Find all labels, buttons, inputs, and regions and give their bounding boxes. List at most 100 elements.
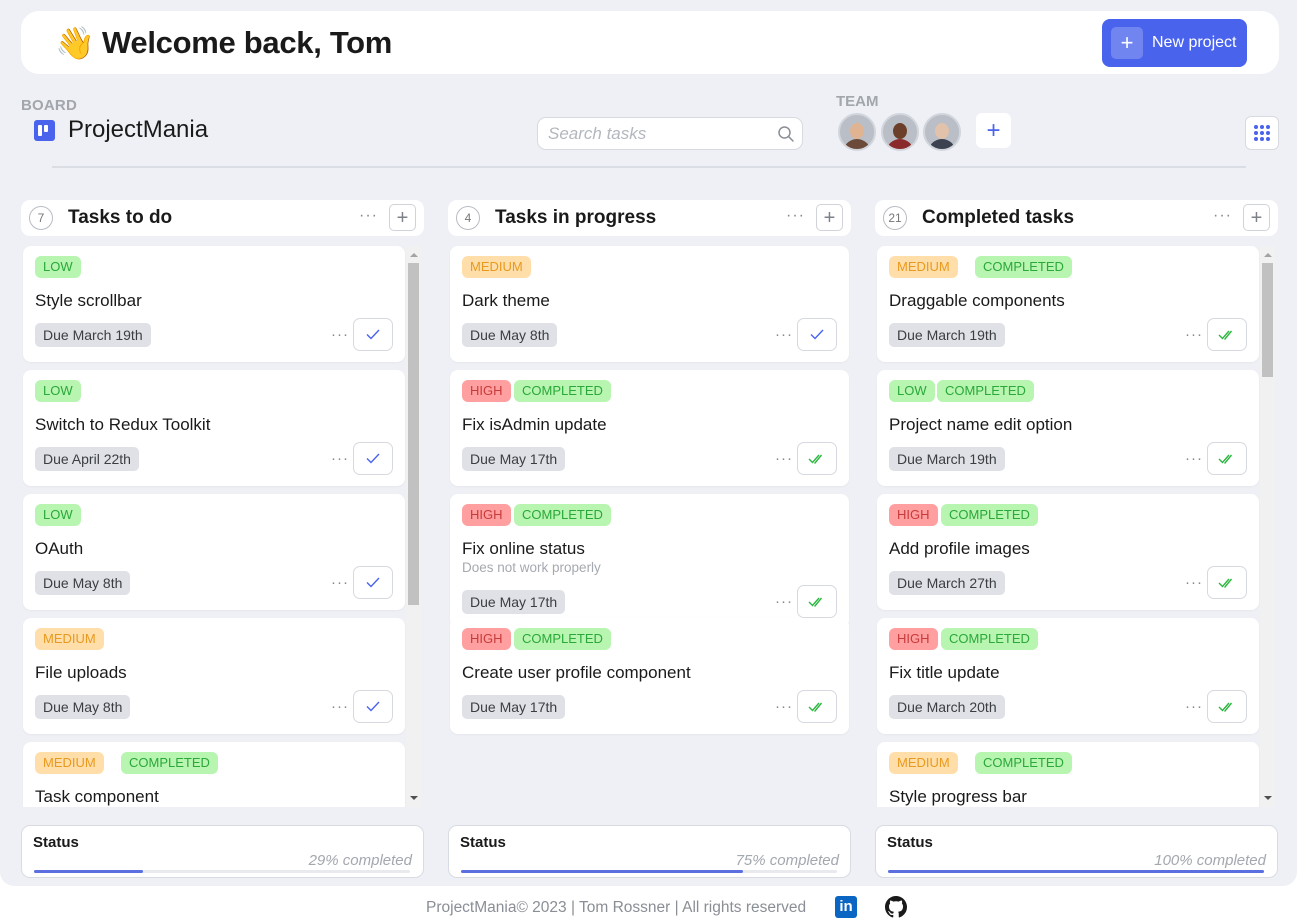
priority-badge: HIGH xyxy=(462,504,511,526)
list-scrollbar[interactable] xyxy=(1260,246,1275,807)
column-title: Tasks in progress xyxy=(495,207,657,228)
due-date-badge: Due May 17th xyxy=(462,590,566,614)
task-card[interactable]: HIGH COMPLETED Fix online status Does not w… xyxy=(450,494,849,628)
task-description: Does not work properly xyxy=(462,560,601,575)
check-icon[interactable] xyxy=(797,318,837,351)
search-icon[interactable] xyxy=(777,125,795,143)
scroll-thumb[interactable] xyxy=(1262,263,1273,377)
task-title: Dark theme xyxy=(462,291,550,310)
double-check-icon[interactable] xyxy=(797,442,837,475)
scroll-down-arrow[interactable] xyxy=(1264,796,1272,800)
priority-badge: MEDIUM xyxy=(889,256,958,278)
task-more-icon[interactable]: ··· xyxy=(331,327,349,342)
task-card[interactable]: MEDIUMCOMPLETEDStyle progress bar··· xyxy=(877,742,1259,807)
status-label: Status xyxy=(887,834,933,851)
task-more-icon[interactable]: ··· xyxy=(775,327,793,342)
column-more-icon[interactable]: ··· xyxy=(1213,208,1232,224)
double-check-icon[interactable] xyxy=(1207,442,1247,475)
footer: ProjectMania© 2023 | Tom Rossner | All r… xyxy=(0,896,1297,921)
priority-badge: MEDIUM xyxy=(35,628,104,650)
task-list: MEDIUM COMPLETED Draggable components Due M… xyxy=(875,246,1278,807)
task-title: Task component xyxy=(35,787,159,806)
priority-badge: MEDIUM xyxy=(462,256,531,278)
team-avatar[interactable] xyxy=(838,113,876,151)
task-more-icon[interactable]: ··· xyxy=(331,699,349,714)
team-label: TEAM xyxy=(836,93,879,110)
progress-fill xyxy=(34,870,144,873)
footer-text: ProjectMania© 2023 | Tom Rossner | All r… xyxy=(426,899,807,916)
column-title: Tasks to do xyxy=(68,207,173,228)
task-more-icon[interactable]: ··· xyxy=(775,451,793,466)
scroll-down-arrow[interactable] xyxy=(410,796,418,800)
task-more-icon[interactable]: ··· xyxy=(331,451,349,466)
scroll-up-arrow[interactable] xyxy=(410,253,418,257)
column-count-badge: 4 xyxy=(456,206,480,230)
board-icon xyxy=(34,120,55,141)
search-box xyxy=(537,117,803,150)
column-more-icon[interactable]: ··· xyxy=(786,208,805,224)
progress-text: 100% completed xyxy=(1154,852,1266,869)
task-more-icon[interactable]: ··· xyxy=(1185,575,1203,590)
add-member-button[interactable]: + xyxy=(976,113,1011,148)
new-project-label: New project xyxy=(1152,34,1237,51)
double-check-icon[interactable] xyxy=(1207,318,1247,351)
task-card[interactable]: LOW OAuth Due May 8th ··· xyxy=(23,494,405,610)
task-more-icon[interactable]: ··· xyxy=(1185,327,1203,342)
team-avatar[interactable] xyxy=(881,113,919,151)
priority-badge: LOW xyxy=(889,380,935,402)
team-avatar[interactable] xyxy=(923,113,961,151)
scroll-thumb[interactable] xyxy=(408,263,419,605)
status-label: Status xyxy=(33,834,79,851)
github-icon[interactable] xyxy=(885,896,907,918)
column-add-task-button[interactable]: + xyxy=(816,204,843,231)
check-icon[interactable] xyxy=(353,690,393,723)
column-add-task-button[interactable]: + xyxy=(1243,204,1270,231)
completed-badge: COMPLETED xyxy=(937,380,1034,402)
task-card[interactable]: HIGH COMPLETED Create user profile compone… xyxy=(450,618,849,734)
double-check-icon[interactable] xyxy=(1207,566,1247,599)
plus-icon: + xyxy=(1111,27,1143,59)
search-input[interactable] xyxy=(548,123,768,145)
scroll-up-arrow[interactable] xyxy=(1264,253,1272,257)
task-more-icon[interactable]: ··· xyxy=(775,699,793,714)
double-check-icon[interactable] xyxy=(797,585,837,618)
board-label: BOARD xyxy=(21,97,77,114)
task-card[interactable]: MEDIUM File uploads Due May 8th ··· xyxy=(23,618,405,734)
task-more-icon[interactable]: ··· xyxy=(1185,451,1203,466)
column-add-task-button[interactable]: + xyxy=(389,204,416,231)
task-card[interactable]: MEDIUM COMPLETED Draggable components Due M… xyxy=(877,246,1259,362)
due-date-badge: Due April 22th xyxy=(35,447,139,471)
list-scrollbar[interactable] xyxy=(406,246,421,807)
priority-badge: LOW xyxy=(35,380,81,402)
task-card[interactable]: HIGH COMPLETED Fix isAdmin update Due May 1… xyxy=(450,370,849,486)
check-icon[interactable] xyxy=(353,442,393,475)
column-header: 7 Tasks to do ··· + xyxy=(21,200,424,236)
new-project-button[interactable]: + New project xyxy=(1102,19,1247,67)
task-card[interactable]: LOW COMPLETED Project name edit option Due … xyxy=(877,370,1259,486)
task-card[interactable]: HIGH COMPLETED Fix title update Due March 2… xyxy=(877,618,1259,734)
task-more-icon[interactable]: ··· xyxy=(775,594,793,609)
task-title: Project name edit option xyxy=(889,415,1073,434)
double-check-icon[interactable] xyxy=(1207,690,1247,723)
task-card[interactable]: MEDIUM Dark theme Due May 8th ··· xyxy=(450,246,849,362)
due-date-badge: Due March 20th xyxy=(889,695,1005,719)
task-card[interactable]: LOW Switch to Redux Toolkit Due April 22th… xyxy=(23,370,405,486)
column-more-icon[interactable]: ··· xyxy=(359,208,378,224)
task-more-icon[interactable]: ··· xyxy=(1185,699,1203,714)
linkedin-icon[interactable]: in xyxy=(835,896,857,918)
task-card[interactable]: HIGH COMPLETED Add profile images Due March… xyxy=(877,494,1259,610)
welcome-banner: 👋 Welcome back, Tom + New project xyxy=(21,11,1279,74)
header-divider xyxy=(52,166,1246,168)
task-card[interactable]: LOW Style scrollbar Due March 19th ··· xyxy=(23,246,405,362)
task-more-icon[interactable]: ··· xyxy=(331,575,349,590)
apps-grid-icon[interactable] xyxy=(1245,116,1279,150)
double-check-icon[interactable] xyxy=(797,690,837,723)
board-title[interactable]: ProjectMania xyxy=(68,116,208,144)
due-date-badge: Due March 19th xyxy=(889,323,1005,347)
completed-badge: COMPLETED xyxy=(514,504,611,526)
column-count-badge: 7 xyxy=(29,206,53,230)
check-icon[interactable] xyxy=(353,566,393,599)
task-card[interactable]: MEDIUMCOMPLETEDTask component··· xyxy=(23,742,405,807)
check-icon[interactable] xyxy=(353,318,393,351)
priority-badge: LOW xyxy=(35,256,81,278)
